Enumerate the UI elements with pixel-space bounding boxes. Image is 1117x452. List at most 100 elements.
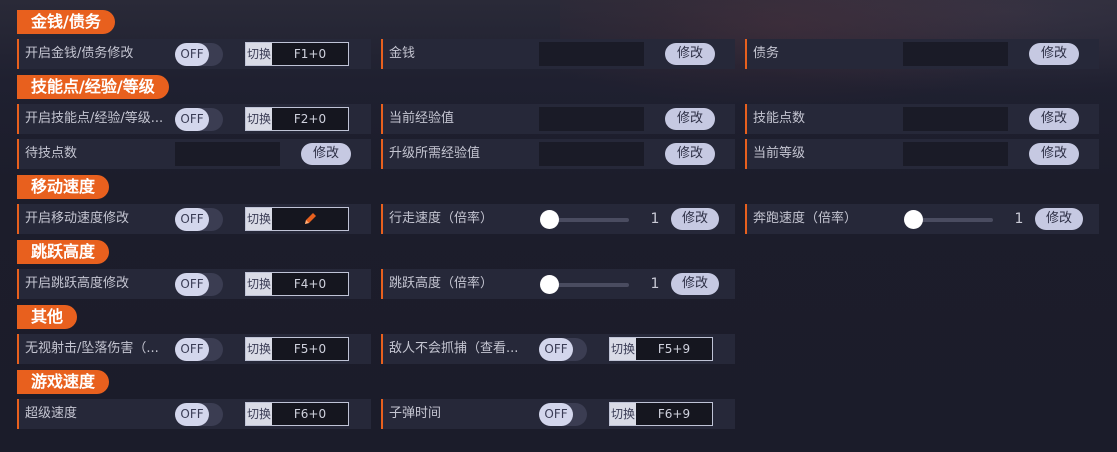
- skill-points-input[interactable]: [903, 107, 1008, 131]
- enemy-no-catch-row: 敌人不会抓捕（查看... OFF 切换 F5+9: [381, 334, 735, 364]
- money-hotkey-field[interactable]: 切换 F1+0: [245, 42, 349, 66]
- section-header-money: 金钱/债务: [17, 10, 115, 34]
- pencil-icon[interactable]: [272, 208, 348, 230]
- run-speed-row: 奔跑速度（倍率） 1 修改: [745, 204, 1099, 234]
- level-exp-row: 升级所需经验值 修改: [381, 139, 735, 169]
- enemy-no-catch-toggle-switch[interactable]: OFF: [539, 338, 587, 361]
- hotkey-label: 切换: [610, 403, 636, 425]
- jump-height-slider-track[interactable]: [547, 283, 629, 287]
- super-speed-label: 超级速度: [25, 406, 78, 421]
- hotkey-value: F2+0: [293, 112, 327, 126]
- run-speed-label: 奔跑速度（倍率）: [753, 211, 858, 226]
- run-speed-value: 1: [1014, 211, 1024, 227]
- cur-exp-row: 当前经验值 修改: [381, 104, 735, 134]
- cur-level-modify-button[interactable]: 修改: [1029, 143, 1079, 165]
- toggle-knob: OFF: [539, 338, 573, 361]
- toggle-knob: OFF: [175, 208, 209, 231]
- bullet-time-row: 子弹时间 OFF 切换 F6+9: [381, 399, 735, 429]
- debt-label: 债务: [753, 46, 780, 61]
- jump-height-row: 跳跃高度（倍率） 1 修改: [381, 269, 735, 299]
- jump-hotkey-field[interactable]: 切换 F4+0: [245, 272, 349, 296]
- move-toggle-row: 开启移动速度修改 OFF 切换: [17, 204, 371, 234]
- skills-hotkey-field[interactable]: 切换 F2+0: [245, 107, 349, 131]
- enemy-no-catch-label: 敌人不会抓捕（查看...: [389, 341, 519, 356]
- ignore-damage-label: 无视射击/坠落伤害（...: [25, 341, 159, 356]
- hotkey-label: 切换: [610, 338, 636, 360]
- debt-value-row: 债务 修改: [745, 39, 1099, 69]
- section-header-other: 其他: [17, 305, 78, 329]
- hotkey-label: 切换: [246, 208, 272, 230]
- walk-speed-label: 行走速度（倍率）: [389, 211, 494, 226]
- walk-speed-slider-knob[interactable]: [540, 210, 559, 229]
- move-toggle-switch[interactable]: OFF: [175, 208, 223, 231]
- money-modify-button[interactable]: 修改: [665, 43, 715, 65]
- cur-exp-input[interactable]: [539, 107, 644, 131]
- cur-level-input[interactable]: [903, 142, 1008, 166]
- hotkey-label: 切换: [246, 338, 272, 360]
- skill-points-label: 技能点数: [753, 111, 806, 126]
- walk-speed-row: 行走速度（倍率） 1 修改: [381, 204, 735, 234]
- jump-height-slider-knob[interactable]: [540, 275, 559, 294]
- jump-toggle-switch[interactable]: OFF: [175, 273, 223, 296]
- run-speed-modify-button[interactable]: 修改: [1035, 208, 1083, 230]
- walk-speed-modify-button[interactable]: 修改: [671, 208, 719, 230]
- jump-height-label: 跳跃高度（倍率）: [389, 276, 494, 291]
- toggle-knob: OFF: [175, 273, 209, 296]
- jump-height-modify-button[interactable]: 修改: [671, 273, 719, 295]
- section-header-game-speed: 游戏速度: [17, 370, 110, 394]
- level-exp-label: 升级所需经验值: [389, 146, 481, 161]
- toggle-knob: OFF: [175, 338, 209, 361]
- run-speed-slider-knob[interactable]: [904, 210, 923, 229]
- bullet-time-label: 子弹时间: [389, 406, 442, 421]
- skill-points-modify-button[interactable]: 修改: [1029, 108, 1079, 130]
- hotkey-label: 切换: [246, 273, 272, 295]
- hotkey-value: F4+0: [293, 277, 327, 291]
- cur-level-label: 当前等级: [753, 146, 806, 161]
- ignore-damage-hotkey-field[interactable]: 切换 F5+0: [245, 337, 349, 361]
- level-exp-modify-button[interactable]: 修改: [665, 143, 715, 165]
- super-speed-hotkey-field[interactable]: 切换 F6+0: [245, 402, 349, 426]
- run-speed-slider-track[interactable]: [911, 218, 993, 222]
- pending-points-label: 待技点数: [25, 146, 78, 161]
- move-toggle-label: 开启移动速度修改: [25, 211, 130, 226]
- hotkey-value: F6+0: [293, 407, 327, 421]
- money-value-input[interactable]: [539, 42, 644, 66]
- level-exp-input[interactable]: [539, 142, 644, 166]
- cur-exp-modify-button[interactable]: 修改: [665, 108, 715, 130]
- toggle-knob: OFF: [539, 403, 573, 426]
- section-header-jump: 跳跃高度: [17, 240, 110, 264]
- toggle-knob: OFF: [175, 108, 209, 131]
- section-header-skills: 技能点/经验/等级: [17, 75, 169, 99]
- money-value-row: 金钱 修改: [381, 39, 735, 69]
- skills-toggle-row: 开启技能点/经验/等级... OFF 切换 F2+0: [17, 104, 371, 134]
- super-speed-row: 超级速度 OFF 切换 F6+0: [17, 399, 371, 429]
- toggle-knob: OFF: [175, 403, 209, 426]
- jump-toggle-row: 开启跳跃高度修改 OFF 切换 F4+0: [17, 269, 371, 299]
- cur-exp-label: 当前经验值: [389, 111, 455, 126]
- enemy-no-catch-hotkey-field[interactable]: 切换 F5+9: [609, 337, 713, 361]
- walk-speed-slider-track[interactable]: [547, 218, 629, 222]
- hotkey-value: F5+0: [293, 342, 327, 356]
- hotkey-value: F1+0: [293, 47, 327, 61]
- debt-modify-button[interactable]: 修改: [1029, 43, 1079, 65]
- cur-level-row: 当前等级 修改: [745, 139, 1099, 169]
- move-hotkey-field[interactable]: 切换: [245, 207, 349, 231]
- bullet-time-toggle-switch[interactable]: OFF: [539, 403, 587, 426]
- pending-points-modify-button[interactable]: 修改: [301, 143, 351, 165]
- skill-points-row: 技能点数 修改: [745, 104, 1099, 134]
- skills-toggle-switch[interactable]: OFF: [175, 108, 223, 131]
- pending-points-row: 待技点数 修改: [17, 139, 371, 169]
- hotkey-value: F6+9: [657, 407, 691, 421]
- walk-speed-value: 1: [650, 211, 660, 227]
- skills-toggle-label: 开启技能点/经验/等级...: [25, 111, 164, 126]
- money-toggle-switch[interactable]: OFF: [175, 43, 223, 66]
- hotkey-label: 切换: [246, 43, 272, 65]
- bullet-time-hotkey-field[interactable]: 切换 F6+9: [609, 402, 713, 426]
- super-speed-toggle-switch[interactable]: OFF: [175, 403, 223, 426]
- ignore-damage-toggle-switch[interactable]: OFF: [175, 338, 223, 361]
- debt-value-input[interactable]: [903, 42, 1008, 66]
- hotkey-label: 切换: [246, 108, 272, 130]
- money-toggle-label: 开启金钱/债务修改: [25, 46, 134, 61]
- pending-points-input[interactable]: [175, 142, 280, 166]
- jump-toggle-label: 开启跳跃高度修改: [25, 276, 130, 291]
